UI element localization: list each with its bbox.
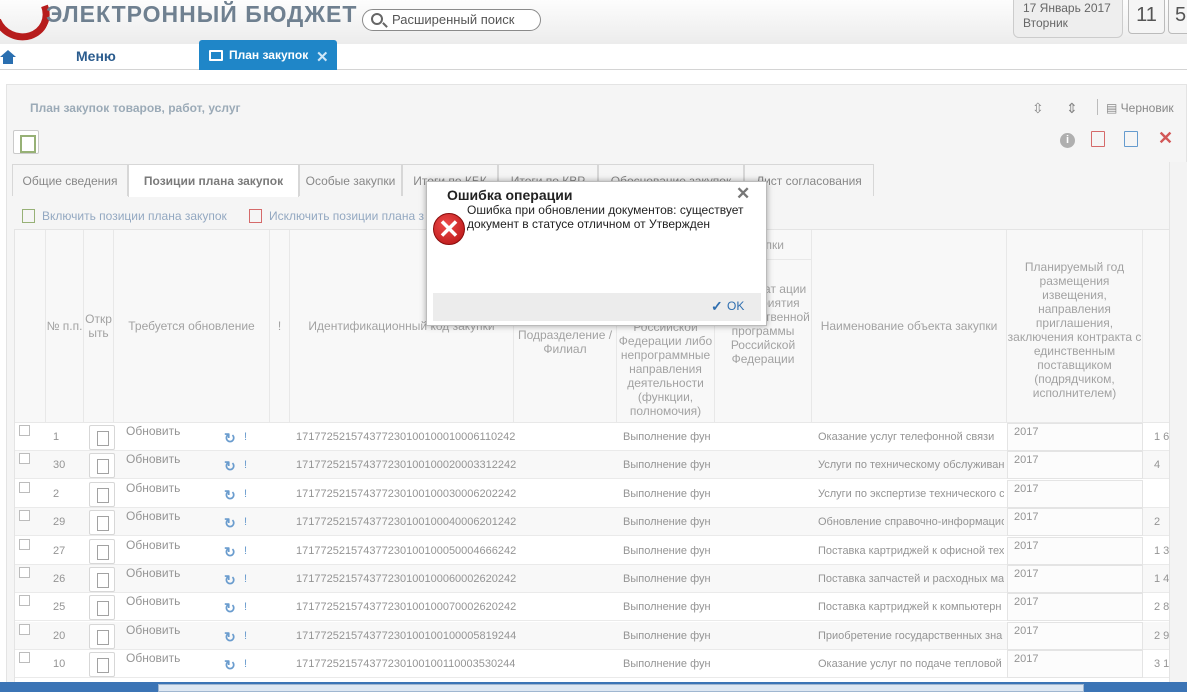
search-icon [371, 13, 383, 25]
nav-bar [0, 44, 1187, 70]
weekday-text: Вторник [1023, 16, 1068, 30]
app-header: ЭЛЕКТРОННЫЙ БЮДЖЕТ Расширенный поиск 17 … [0, 0, 1187, 50]
taskbar [0, 682, 1187, 692]
clock-hours: 11 [1128, 0, 1165, 34]
clock-minutes: 53 [1168, 0, 1187, 34]
close-tab-icon[interactable]: ✕ [316, 48, 329, 66]
home-icon[interactable] [0, 50, 16, 64]
dialog-footer: ✓ OK [433, 293, 761, 321]
app-logo-text: ЭЛЕКТРОННЫЙ БЮДЖЕТ [46, 1, 358, 27]
advanced-search-input[interactable]: Расширенный поиск [362, 9, 541, 31]
error-dialog: Ошибка операции ✕ ✕ Ошибка при обновлени… [426, 181, 767, 326]
error-icon: ✕ [433, 213, 465, 245]
check-icon: ✓ [711, 298, 723, 314]
dialog-message: Ошибка при обновлении документов: сущест… [467, 203, 744, 231]
tab-purchase-plan[interactable]: План закупок ✕ [199, 40, 337, 70]
tab-purchase-plan-label: План закупок [229, 48, 309, 62]
ok-button[interactable]: ✓ OK [711, 298, 745, 314]
dialog-close-icon[interactable]: ✕ [736, 184, 750, 204]
ok-label: OK [727, 299, 745, 313]
dialog-title: Ошибка операции [447, 187, 573, 203]
search-placeholder: Расширенный поиск [392, 12, 515, 27]
menu-link[interactable]: Меню [76, 48, 116, 64]
taskbar-window[interactable] [158, 684, 1084, 692]
document-icon [209, 50, 223, 61]
date-text: 17 Январь 2017 [1023, 1, 1111, 15]
modal-overlay [0, 84, 1187, 692]
date-display: 17 Январь 2017 Вторник [1013, 0, 1123, 38]
